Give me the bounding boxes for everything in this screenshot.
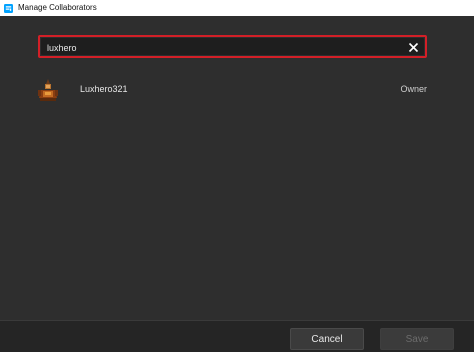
window-title: Manage Collaborators [18, 3, 97, 12]
collaborator-row[interactable]: Luxhero321 Owner [0, 76, 474, 104]
dialog-footer: Cancel Save [0, 320, 474, 352]
search-box [41, 38, 424, 57]
close-icon[interactable] [407, 41, 420, 54]
collaborator-name: Luxhero321 [80, 84, 128, 94]
collaborator-role: Owner [400, 84, 427, 94]
collaborators-panel: Luxhero321 Owner [0, 16, 474, 320]
cancel-button[interactable]: Cancel [290, 328, 364, 350]
roblox-studio-icon [4, 3, 13, 13]
title-bar: Manage Collaborators [0, 0, 474, 16]
avatar [38, 79, 58, 101]
search-input[interactable] [47, 38, 397, 57]
search-highlight [38, 35, 427, 58]
save-button[interactable]: Save [380, 328, 454, 350]
